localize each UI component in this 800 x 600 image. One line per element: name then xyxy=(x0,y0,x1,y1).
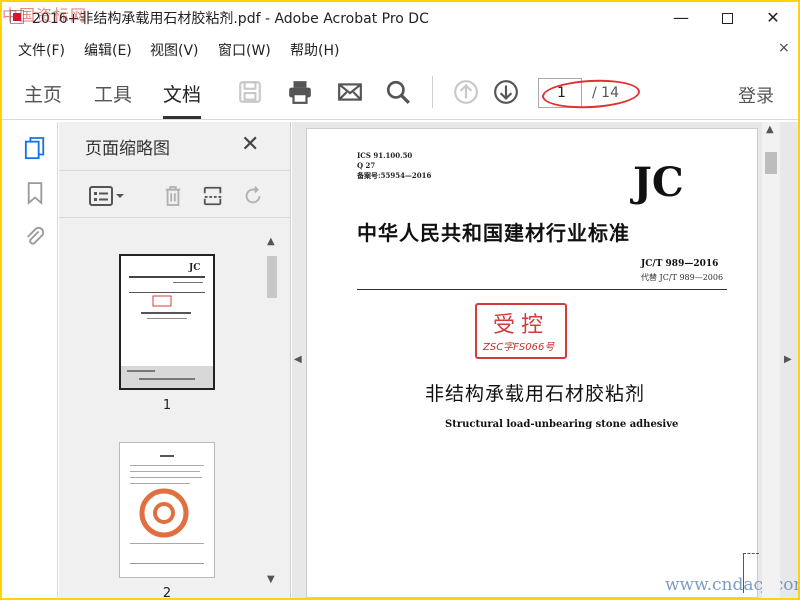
login-button[interactable]: 登录 xyxy=(738,82,774,108)
doc-ics: ICS 91.100.50 xyxy=(357,151,413,160)
doc-standard-title: 中华人民共和国建材行业标准 xyxy=(357,221,630,245)
close-window-button[interactable]: ✕ xyxy=(750,2,796,34)
tab-tools[interactable]: 工具 xyxy=(94,80,132,107)
panel-toolbar xyxy=(59,170,291,218)
panel-close-button[interactable]: ✕ xyxy=(241,132,259,157)
doc-rule xyxy=(357,289,727,290)
delete-page-icon[interactable] xyxy=(159,183,187,209)
scroll-down-icon[interactable]: ▼ xyxy=(267,574,275,585)
tab-home[interactable]: 主页 xyxy=(24,80,62,107)
menu-view[interactable]: 视图(V) xyxy=(150,40,199,60)
attachment-icon[interactable] xyxy=(22,222,48,252)
left-rail xyxy=(2,122,58,598)
mail-icon[interactable] xyxy=(336,78,364,106)
expand-right-panel-icon[interactable]: ▶ xyxy=(784,354,792,365)
window-title: 2016+非结构承载用石材胶粘剂.pdf - Adobe Acrobat Pro… xyxy=(32,11,429,27)
menu-bar: 文件(F) 编辑(E) 视图(V) 窗口(W) 帮助(H) × xyxy=(2,36,798,62)
close-document-button[interactable]: × xyxy=(778,40,790,56)
doc-jc-mark: JC xyxy=(633,159,684,206)
document-view: ◀ ICS 91.100.50 Q 27 备案号:55954—2016 JC 中… xyxy=(292,122,798,598)
watermark-top-left: 中国资标网 xyxy=(2,6,88,25)
next-page-icon[interactable] xyxy=(492,78,520,106)
controlled-stamp: 受控 ZSC字FS066号 xyxy=(475,303,567,359)
document-scrollbar[interactable]: ▲ xyxy=(762,122,780,598)
maximize-icon xyxy=(721,13,733,24)
thumbnail-scroll-thumb[interactable] xyxy=(267,256,277,298)
thumbnail-label-1: 1 xyxy=(162,398,172,413)
doc-english-title: Structural load-unbearing stone adhesive xyxy=(445,419,679,430)
thumbnail-list: JC 1 2 xyxy=(59,230,275,598)
prev-page-icon[interactable] xyxy=(452,78,480,106)
acrobat-window: 2016+非结构承载用石材胶粘剂.pdf - Adobe Acrobat Pro… xyxy=(2,2,798,598)
thumbnail-options-icon[interactable] xyxy=(87,183,127,209)
page-thumbnails-icon[interactable] xyxy=(22,134,48,164)
page-thumbnail-2[interactable] xyxy=(119,442,215,578)
doc-scroll-up-icon[interactable]: ▲ xyxy=(766,124,774,135)
doc-chinese-title: 非结构承载用石材胶粘剂 xyxy=(425,383,646,405)
print-icon[interactable] xyxy=(286,78,314,106)
stamp-main-text: 受控 xyxy=(493,313,550,338)
tab-document[interactable]: 文档 xyxy=(163,80,202,119)
collapse-left-panel-icon[interactable]: ◀ xyxy=(294,354,302,365)
doc-replaces: 代替 JC/T 989—2006 xyxy=(641,273,724,282)
doc-record-number: 备案号:55954—2016 xyxy=(357,171,432,180)
pdf-page: ICS 91.100.50 Q 27 备案号:55954—2016 JC 中华人… xyxy=(306,128,798,598)
panel-title: 页面缩略图 xyxy=(85,139,170,159)
scroll-up-icon[interactable]: ▲ xyxy=(267,236,275,247)
menu-file[interactable]: 文件(F) xyxy=(18,40,65,60)
menu-window[interactable]: 窗口(W) xyxy=(218,40,271,60)
minimize-button[interactable]: — xyxy=(658,2,704,34)
page-thumbnail-1[interactable]: JC xyxy=(119,254,215,390)
thumbnail-scrollbar[interactable]: ▲ ▼ xyxy=(264,234,280,586)
bookmark-icon[interactable] xyxy=(22,178,48,208)
menu-edit[interactable]: 编辑(E) xyxy=(84,40,132,60)
thumbnail-label-2: 2 xyxy=(162,586,172,598)
toolbar-divider xyxy=(432,76,433,108)
save-icon[interactable] xyxy=(236,78,264,106)
rotate-page-icon[interactable] xyxy=(239,183,267,209)
svg-text:JC: JC xyxy=(188,263,200,273)
doc-q: Q 27 xyxy=(357,161,376,170)
maximize-button[interactable] xyxy=(704,2,750,34)
menu-help[interactable]: 帮助(H) xyxy=(290,40,339,60)
doc-standard-code: JC/T 989—2016 xyxy=(641,259,719,269)
main-toolbar: 主页 工具 文档 1 / 14 登录 xyxy=(2,64,798,120)
search-icon[interactable] xyxy=(384,78,412,106)
insert-page-icon[interactable] xyxy=(199,183,227,209)
title-bar: 2016+非结构承载用石材胶粘剂.pdf - Adobe Acrobat Pro… xyxy=(2,2,798,34)
document-scroll-thumb[interactable] xyxy=(765,152,777,174)
stamp-sub-text: ZSC字FS066号 xyxy=(483,342,555,353)
page-thumbnails-panel: 页面缩略图 ✕ JC 1 2 ▲ ▼ xyxy=(59,122,291,598)
